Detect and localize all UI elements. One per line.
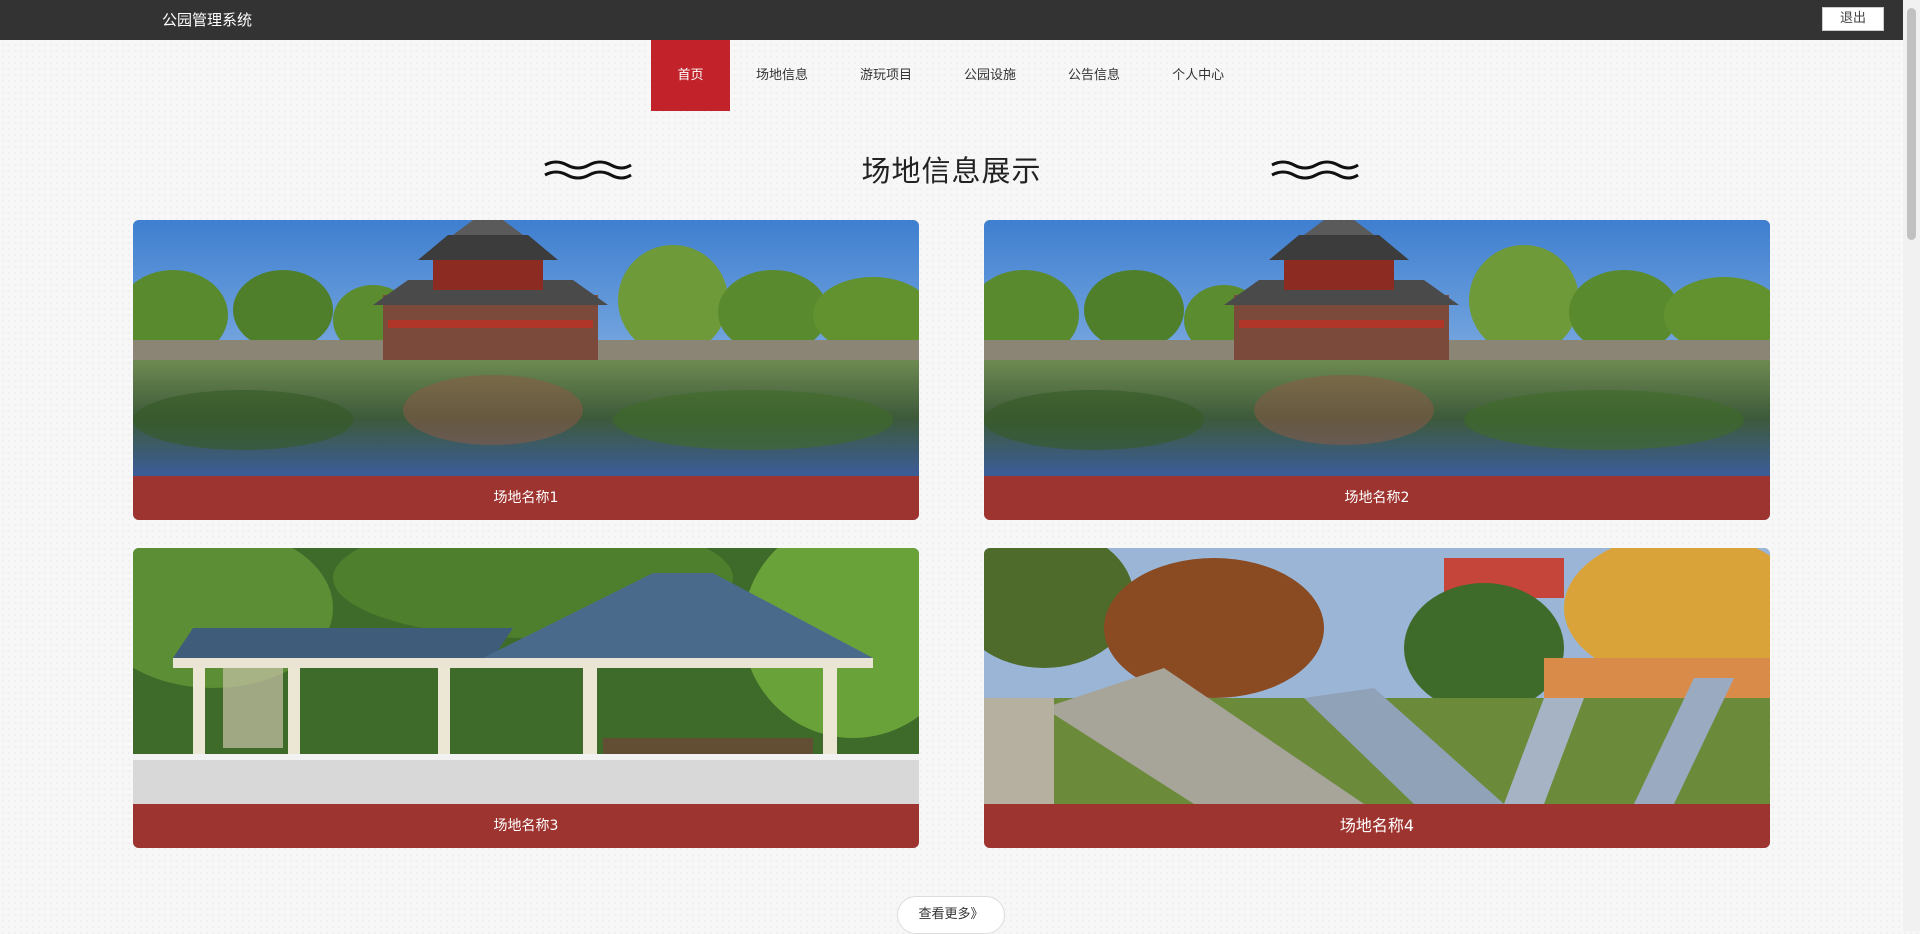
section-title: 场地信息展示 (861, 154, 1042, 188)
venue-card[interactable]: 场地名称3 (133, 548, 919, 848)
venue-name: 场地名称2 (984, 476, 1770, 520)
venue-image-palace (984, 220, 1770, 476)
venue-image-pavilion (133, 548, 919, 804)
logout-button[interactable]: 退出 (1822, 7, 1884, 31)
venue-image-palace (133, 220, 919, 476)
venue-name: 场地名称3 (133, 804, 919, 848)
site-title: 公园管理系统 (162, 11, 253, 29)
venue-card[interactable]: 场地名称4 (984, 548, 1770, 848)
main-nav: 首页 场地信息 游玩项目 公园设施 公告信息 个人中心 (651, 40, 1250, 111)
venue-card[interactable]: 场地名称2 (984, 220, 1770, 520)
page-scrollbar[interactable] (1903, 0, 1920, 931)
venue-image-playground (984, 548, 1770, 804)
nav-item-profile[interactable]: 个人中心 (1146, 40, 1250, 111)
nav-item-facilities[interactable]: 公园设施 (938, 40, 1042, 111)
wave-decoration-right (1271, 160, 1359, 180)
nav-item-attractions[interactable]: 游玩项目 (834, 40, 938, 111)
nav-item-home[interactable]: 首页 (651, 40, 730, 111)
nav-item-venues[interactable]: 场地信息 (730, 40, 834, 111)
venue-card[interactable]: 场地名称1 (133, 220, 919, 520)
scrollbar-thumb[interactable] (1907, 8, 1916, 240)
venue-name: 场地名称4 (984, 804, 1770, 848)
nav-item-notices[interactable]: 公告信息 (1042, 40, 1146, 111)
view-more-button[interactable]: 查看更多》 (897, 896, 1005, 934)
top-bar: 公园管理系统 退出 (0, 0, 1920, 40)
venue-name: 场地名称1 (133, 476, 919, 520)
